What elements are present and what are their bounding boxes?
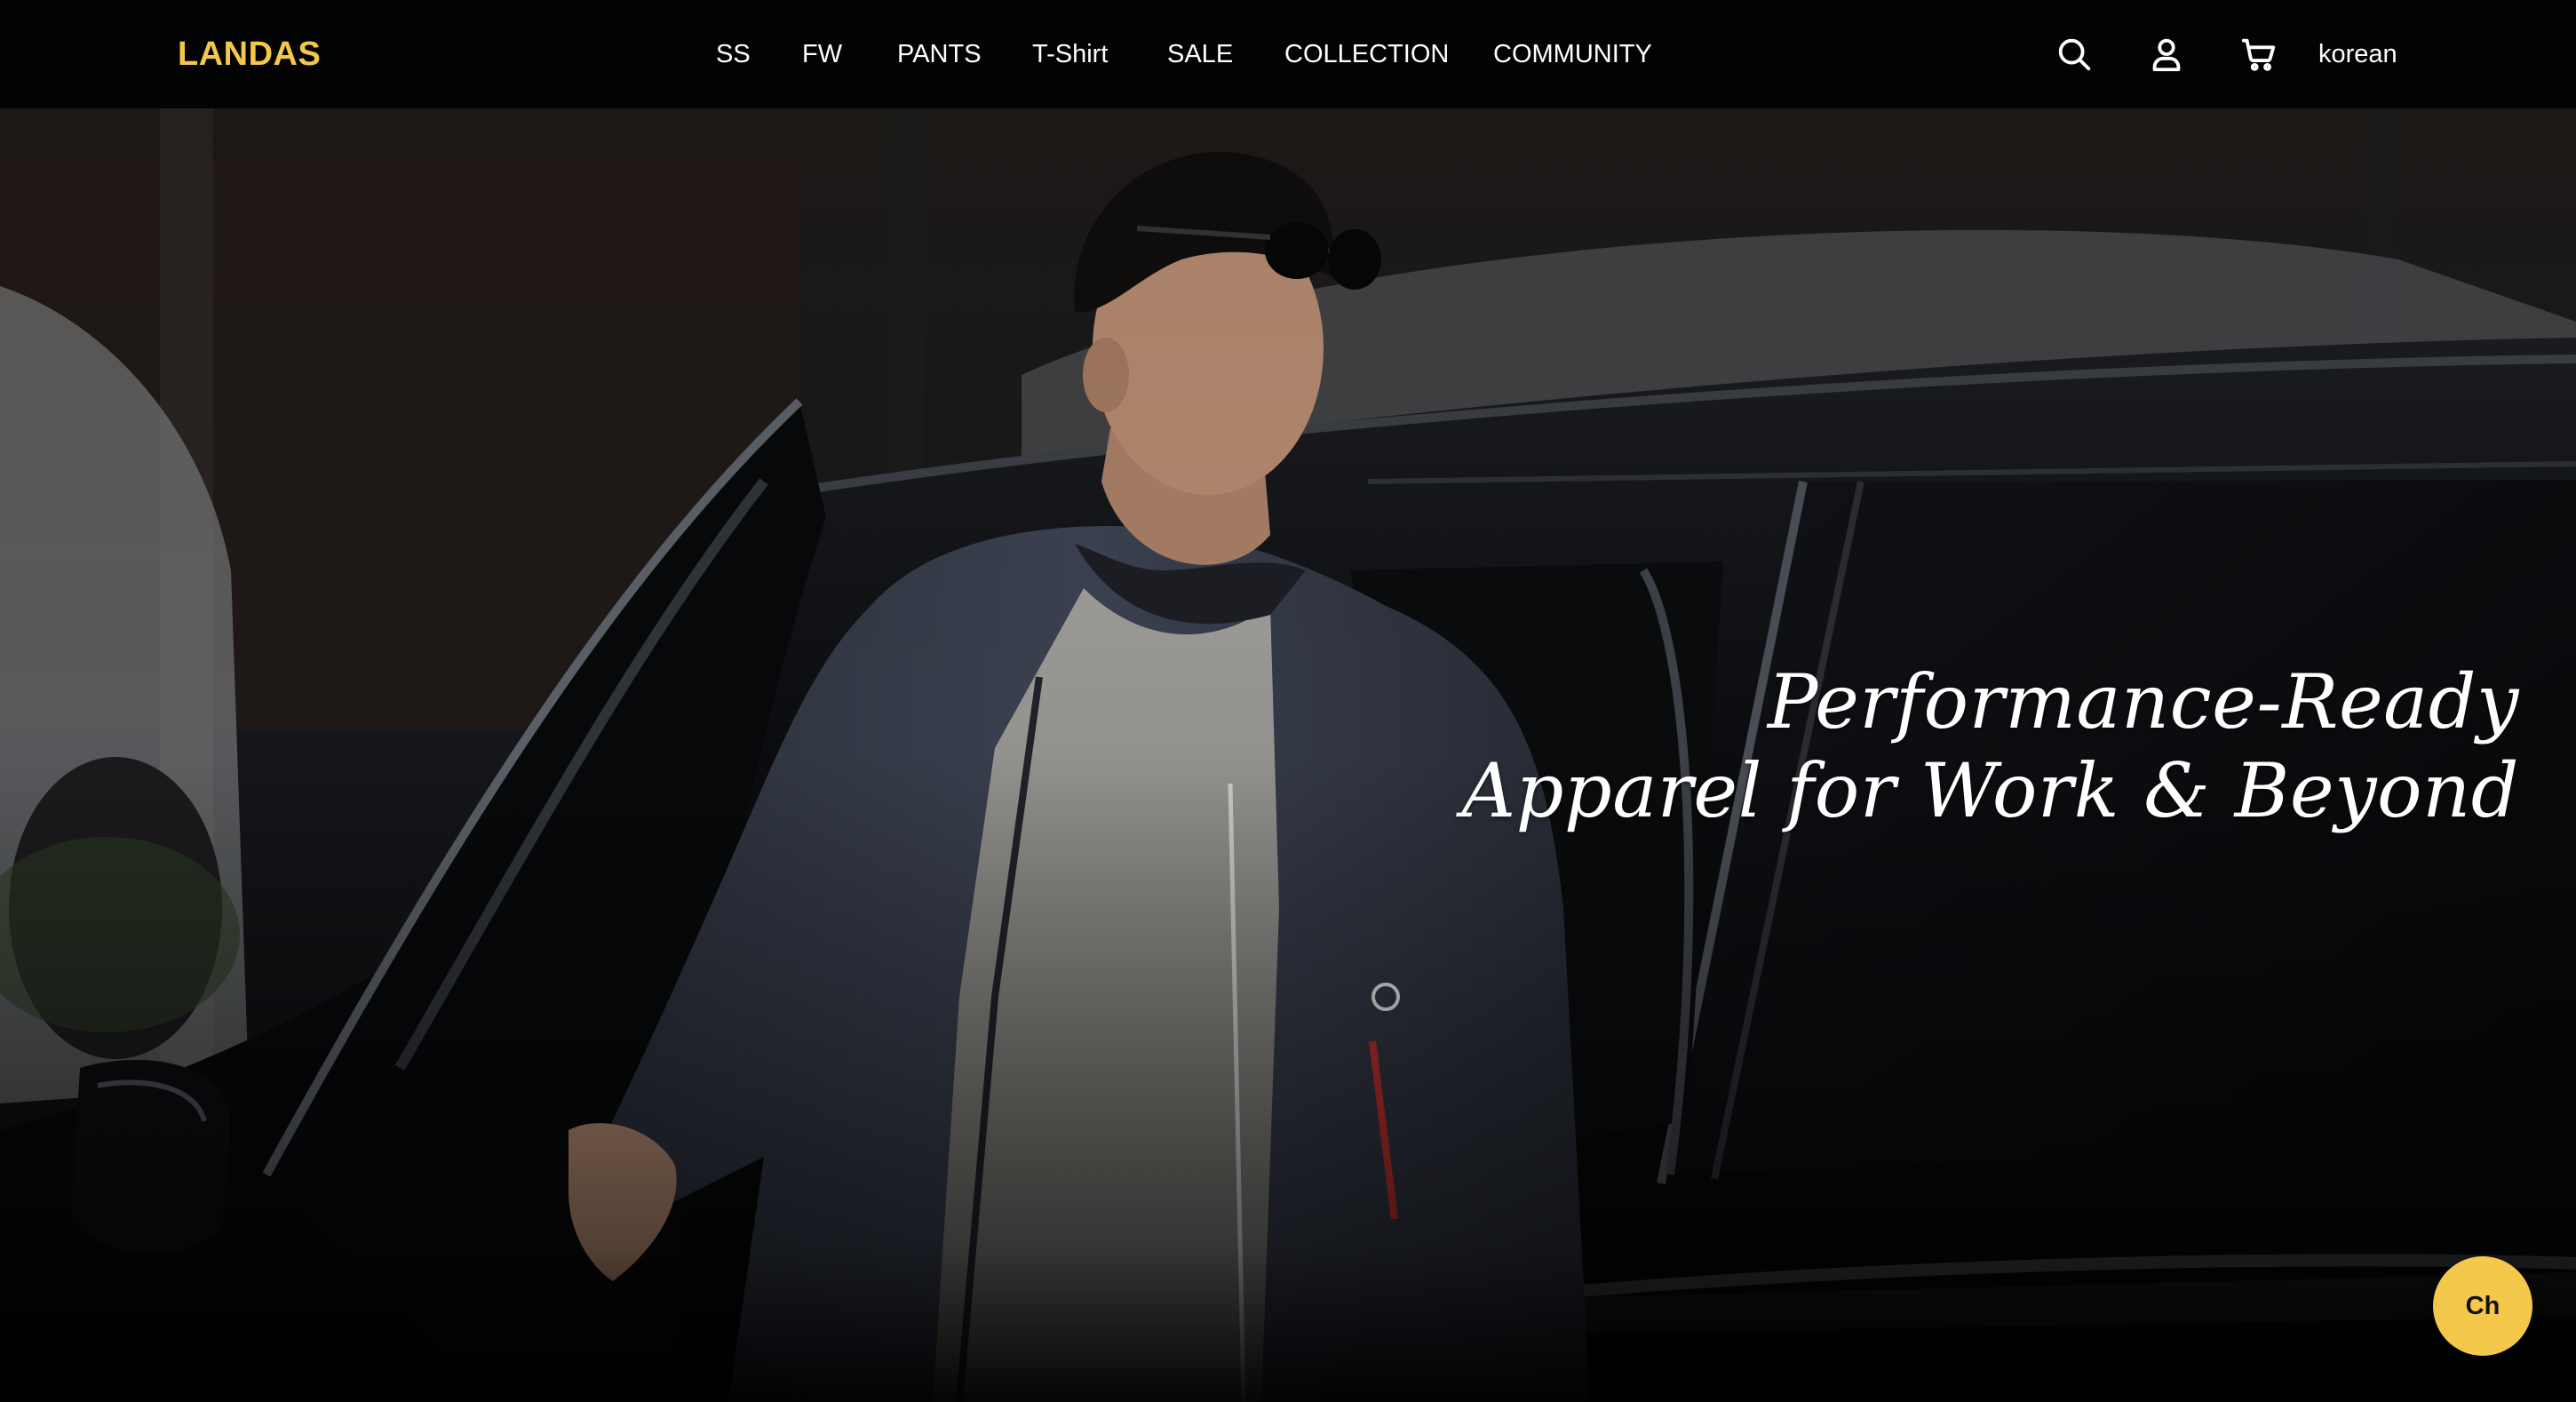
hero-banner: Performance-Ready Apparel for Work & Bey…: [0, 108, 2576, 1402]
language-selector[interactable]: korean: [2318, 0, 2397, 108]
cart-icon: [2241, 38, 2276, 71]
site-header: LANDAS SS FW PANTS T-Shirt SALE COLLECTI…: [0, 0, 2576, 108]
account-button[interactable]: [2146, 34, 2187, 75]
hero-heading: Performance-Ready Apparel for Work & Bey…: [1461, 657, 2519, 835]
chat-button[interactable]: Ch: [2433, 1256, 2532, 1356]
nav-item-ss[interactable]: SS: [716, 0, 751, 108]
page: LANDAS SS FW PANTS T-Shirt SALE COLLECTI…: [0, 0, 2576, 1402]
user-icon: [2152, 38, 2181, 72]
nav-item-sale[interactable]: SALE: [1167, 0, 1233, 108]
search-icon: [2058, 38, 2091, 71]
cart-button[interactable]: [2238, 34, 2279, 75]
nav-item-pants[interactable]: PANTS: [897, 0, 982, 108]
main-nav: SS FW PANTS T-Shirt SALE COLLECTION COMM…: [0, 0, 2576, 108]
search-button[interactable]: [2054, 34, 2095, 75]
nav-item-collection[interactable]: COLLECTION: [1284, 0, 1449, 108]
hero-heading-line-1: Performance-Ready: [1767, 658, 2519, 745]
nav-item-tshirt[interactable]: T-Shirt: [1032, 0, 1108, 108]
nav-item-fw[interactable]: FW: [802, 0, 842, 108]
nav-item-community[interactable]: COMMUNITY: [1493, 0, 1652, 108]
hero-heading-line-2: Apparel for Work & Beyond: [1461, 747, 2519, 834]
